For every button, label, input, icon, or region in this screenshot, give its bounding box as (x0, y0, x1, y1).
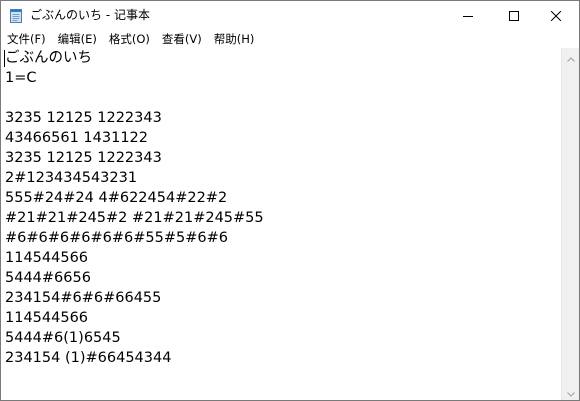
editor-line: 5444#6(1)6545 (5, 330, 121, 346)
editor-line: 555#24#24 4#622454#22#2 (5, 190, 228, 206)
maximize-button[interactable] (491, 1, 537, 30)
maximize-icon (509, 6, 519, 25)
editor-line: 234154#6#6#66455 (5, 290, 162, 306)
menu-bar: 文件(F) 编辑(E) 格式(O) 查看(V) 帮助(H) (1, 30, 579, 48)
editor-line: 43466561 1431122 (5, 130, 148, 146)
minimize-button[interactable] (445, 1, 491, 30)
title-bar[interactable]: ごぶんのいち - 记事本 (1, 1, 579, 30)
editor-line: 3235 12125 1222343 (5, 150, 162, 166)
editor-line: 2#123434543231 (5, 170, 138, 186)
minimize-icon (463, 6, 473, 25)
text-editor[interactable]: ごぶんのいち 1=C 3235 12125 1222343 43466561 1… (1, 48, 561, 400)
editor-line: 3235 12125 1222343 (5, 110, 162, 126)
notepad-window: ごぶんのいち - 记事本 文件(F) 编辑(E) 格式(O) 查看(V) 帮助(… (0, 0, 580, 401)
editor-line: 5444#6656 (5, 270, 91, 286)
menu-view[interactable]: 查看(V) (156, 30, 208, 48)
editor-line: 114544566 (5, 310, 89, 326)
window-title: ごぶんのいち - 记事本 (30, 8, 150, 22)
chevron-up-icon (566, 47, 575, 66)
menu-help[interactable]: 帮助(H) (208, 30, 261, 48)
editor-line: 1=C (5, 70, 37, 86)
editor-line: #21#21#245#2 #21#21#245#55 (5, 210, 264, 226)
menu-edit[interactable]: 编辑(E) (52, 30, 103, 48)
scroll-down-button[interactable] (562, 383, 579, 400)
vertical-scrollbar[interactable] (561, 48, 579, 400)
scroll-up-button[interactable] (562, 48, 579, 65)
editor-line: ごぶんのいち (5, 50, 92, 66)
editor-line: 114544566 (5, 250, 89, 266)
close-icon (550, 6, 562, 25)
close-button[interactable] (533, 1, 579, 30)
menu-format[interactable]: 格式(O) (103, 30, 156, 48)
chevron-down-icon (566, 382, 575, 400)
editor-line: 234154 (1)#66454344 (5, 350, 172, 366)
editor-line: #6#6#6#6#6#6#55#5#6#6 (5, 230, 228, 246)
menu-file[interactable]: 文件(F) (1, 30, 52, 48)
notepad-icon (9, 8, 23, 23)
